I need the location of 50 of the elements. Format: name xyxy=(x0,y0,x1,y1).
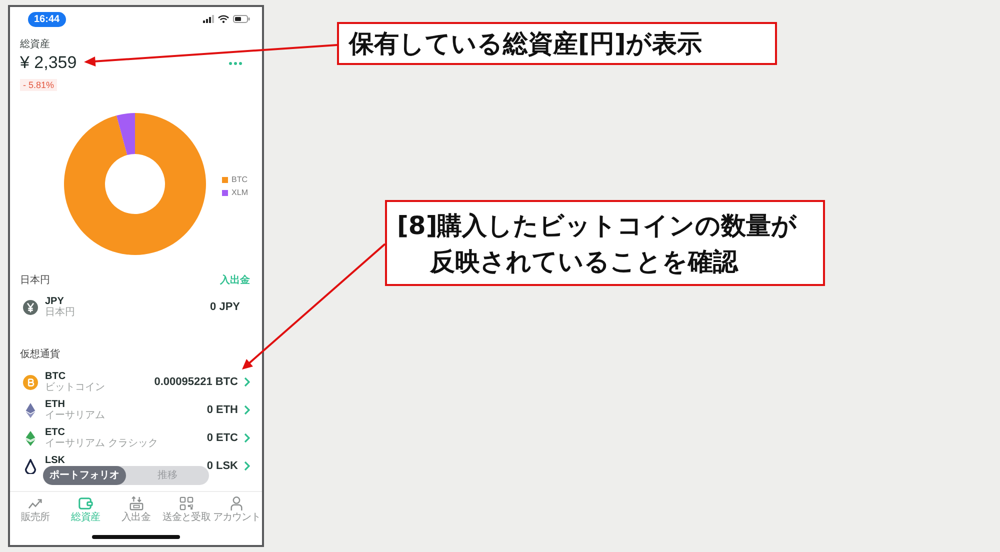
tab-bar-item[interactable]: 送金と受取 xyxy=(161,496,212,528)
asset-amount: 0 ETH xyxy=(206,404,238,416)
asset-amount: 0 JPY xyxy=(210,300,240,314)
callout-box: [8]購入したビットコインの数量が反映されていることを確認 xyxy=(385,200,825,286)
section-title: 仮想通貨 xyxy=(20,349,60,361)
person-icon xyxy=(229,496,244,511)
wifi-icon xyxy=(218,15,229,23)
callout-box: 保有している総資産[円]が表示 xyxy=(337,22,777,65)
chevron-right-icon[interactable] xyxy=(244,433,250,443)
chart-line-icon xyxy=(28,496,43,511)
coin-icon xyxy=(23,374,38,390)
deposit-withdraw-link[interactable]: 入出金 xyxy=(220,275,250,287)
tab-bar-item[interactable]: 販売所 xyxy=(10,496,60,528)
battery-icon xyxy=(233,15,250,23)
wallet-icon xyxy=(78,496,94,511)
more-icon[interactable] xyxy=(229,62,242,64)
asset-symbol: BTC xyxy=(45,371,67,382)
asset-symbol: ETC xyxy=(45,427,66,438)
droplet-icon xyxy=(23,458,38,474)
signal-icon xyxy=(203,15,214,23)
toggle-segment[interactable]: ポートフォリオ xyxy=(43,466,126,485)
section-title: 日本円 xyxy=(20,275,50,287)
yen-coin-icon xyxy=(23,300,38,314)
diamond-icon xyxy=(23,402,38,418)
total-assets-value: ¥ 2,359 xyxy=(20,53,77,73)
asset-name: イーサリアム クラシック xyxy=(45,438,158,449)
transfer-icon xyxy=(128,496,144,511)
legend-label: XLM xyxy=(232,188,248,197)
asset-amount: 0 ETC xyxy=(206,432,238,444)
status-time: 16:44 xyxy=(28,12,66,26)
asset-amount: 0 LSK xyxy=(206,460,238,472)
asset-amount: 0.00095221 BTC xyxy=(154,376,238,388)
tab-bar-item[interactable]: 入出金 xyxy=(110,496,162,528)
diamond-icon xyxy=(23,430,38,446)
toggle-segment[interactable]: 推移 xyxy=(126,466,209,485)
legend-label: BTC xyxy=(232,175,248,184)
chevron-right-icon[interactable] xyxy=(244,461,250,471)
qr-code-icon xyxy=(178,496,194,511)
asset-symbol: ETH xyxy=(45,399,66,410)
tab-bar-item[interactable]: 総資産 xyxy=(60,496,111,528)
change-percent: - 5.81% xyxy=(20,79,58,91)
chevron-right-icon[interactable] xyxy=(244,377,250,387)
total-assets-label: 総資産 xyxy=(20,39,51,51)
asset-name: ビットコイン xyxy=(45,382,105,393)
asset-name: イーサリアム xyxy=(45,410,105,421)
asset-symbol: JPY xyxy=(45,296,64,307)
asset-symbol: LSK xyxy=(45,455,65,466)
tab-bar-item[interactable]: アカウント xyxy=(212,496,262,528)
chevron-right-icon[interactable] xyxy=(244,405,250,415)
asset-name: 日本円 xyxy=(45,307,75,318)
